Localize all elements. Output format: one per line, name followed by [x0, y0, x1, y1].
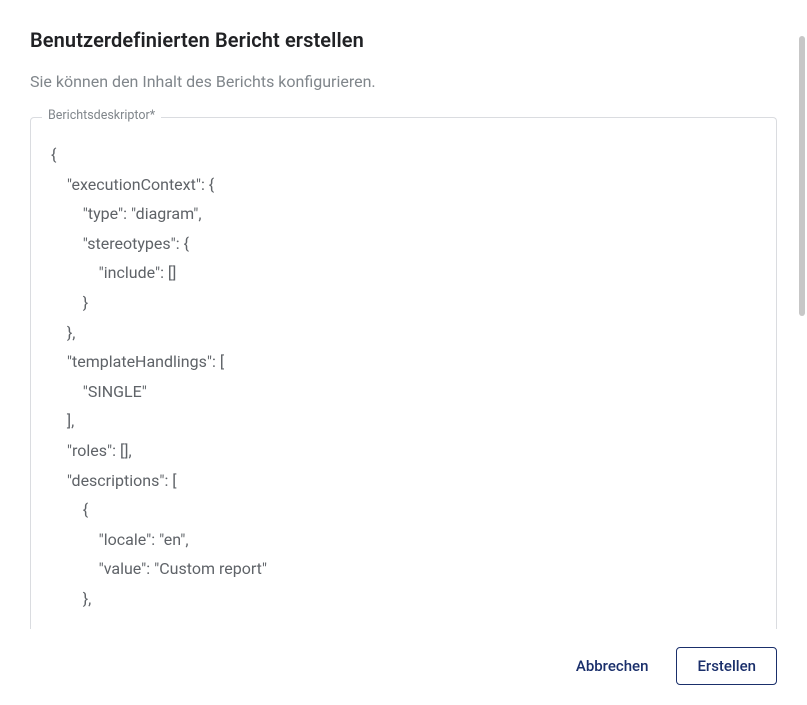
dialog-title: Benutzerdefinierten Bericht erstellen	[30, 28, 777, 52]
create-custom-report-dialog: Benutzerdefinierten Bericht erstellen Si…	[0, 0, 807, 705]
dialog-subtitle: Sie können den Inhalt des Berichts konfi…	[30, 72, 777, 91]
create-button[interactable]: Erstellen	[676, 647, 777, 685]
report-descriptor-label: Berichtsdeskriptor*	[42, 108, 161, 123]
report-descriptor-input[interactable]	[30, 117, 777, 629]
report-descriptor-field: Berichtsdeskriptor*	[30, 117, 777, 629]
dialog-actions: Abbrechen Erstellen	[30, 629, 777, 685]
cancel-button[interactable]: Abbrechen	[566, 649, 659, 683]
dialog-scrollbar[interactable]	[799, 36, 805, 316]
